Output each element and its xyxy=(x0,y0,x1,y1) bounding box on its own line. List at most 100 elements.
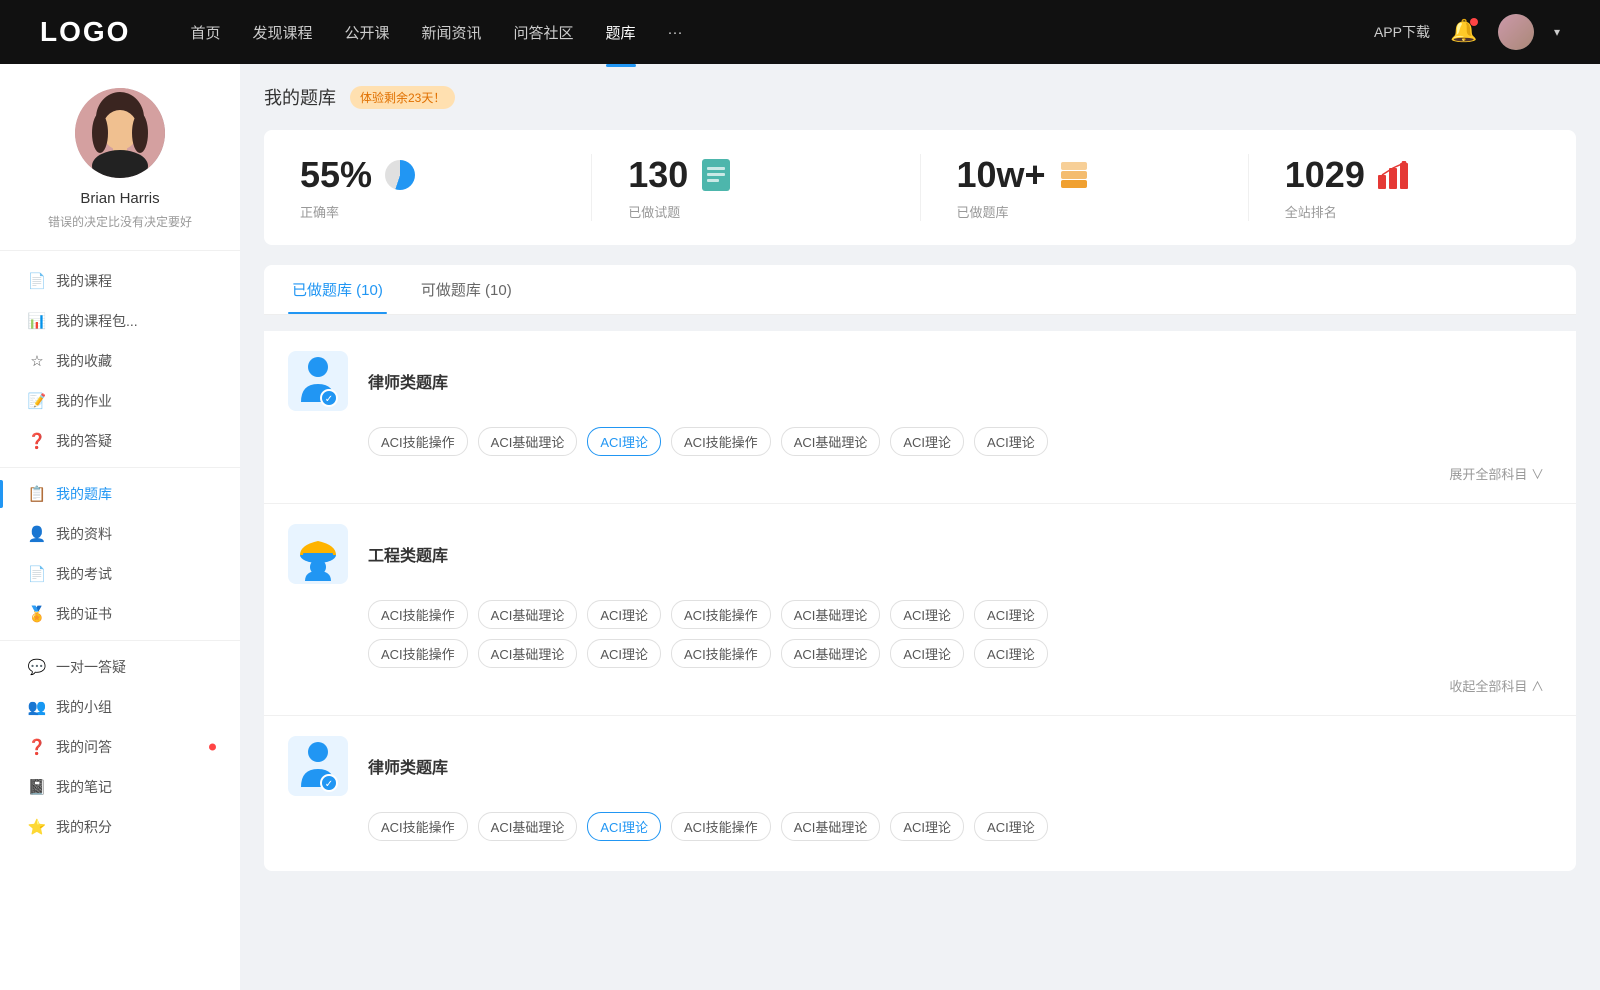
qa-icon: ❓ xyxy=(28,432,46,450)
tag-item[interactable]: ACI理论 xyxy=(890,639,964,668)
tag-item[interactable]: ACI基础理论 xyxy=(478,639,578,668)
qbank-card-lawyer-1: ✓ 律师类题库 ACI技能操作 ACI基础理论 ACI理论 ACI技能操作 AC… xyxy=(264,331,1576,504)
tag-item[interactable]: ACI理论 xyxy=(974,427,1048,456)
stat-top: 1029 xyxy=(1285,154,1409,196)
sidebar-item-notes[interactable]: 📓 我的笔记 xyxy=(0,767,240,807)
sidebar-item-label: 我的资料 xyxy=(56,524,112,544)
qbank-icon-lawyer-2: ✓ xyxy=(288,736,348,796)
sidebar-item-exam[interactable]: 📄 我的考试 xyxy=(0,554,240,594)
stat-top: 55% xyxy=(300,154,416,196)
sidebar-item-label: 一对一答疑 xyxy=(56,657,126,677)
sidebar-divider-1 xyxy=(0,467,240,468)
tag-item[interactable]: ACI理论 xyxy=(890,427,964,456)
sidebar-menu: 📄 我的课程 📊 我的课程包... ☆ 我的收藏 📝 我的作业 ❓ 我的答疑 � xyxy=(0,251,240,857)
qbank-icon-engineer xyxy=(288,524,348,584)
tag-item[interactable]: ACI基础理论 xyxy=(781,639,881,668)
svg-text:✓: ✓ xyxy=(325,394,333,405)
tag-item[interactable]: ACI技能操作 xyxy=(368,600,468,629)
tag-item[interactable]: ACI理论 xyxy=(587,600,661,629)
stat-label-done: 已做试题 xyxy=(628,202,680,221)
tag-item[interactable]: ACI基础理论 xyxy=(781,427,881,456)
collapse-link-engineer[interactable]: 收起全部科目 ∧ xyxy=(288,676,1552,695)
tag-item[interactable]: ACI技能操作 xyxy=(368,427,468,456)
sidebar-item-1on1[interactable]: 💬 一对一答疑 xyxy=(0,647,240,687)
svg-text:✓: ✓ xyxy=(325,779,333,790)
sidebar-item-label: 我的答疑 xyxy=(56,431,112,451)
tag-item[interactable]: ACI技能操作 xyxy=(671,812,771,841)
tag-item[interactable]: ACI基础理论 xyxy=(478,812,578,841)
lawyer-icon-svg-2: ✓ xyxy=(293,739,343,793)
navbar: LOGO 首页 发现课程 公开课 新闻资讯 问答社区 题库 ··· APP下载 … xyxy=(0,0,1600,64)
sidebar-item-profile[interactable]: 👤 我的资料 xyxy=(0,514,240,554)
tag-item[interactable]: ACI基础理论 xyxy=(478,427,578,456)
tab-available-banks[interactable]: 可做题库 (10) xyxy=(417,265,516,314)
nav-qa[interactable]: 问答社区 xyxy=(514,18,574,47)
accuracy-pie-icon xyxy=(384,159,416,191)
nav-open-course[interactable]: 公开课 xyxy=(344,18,389,47)
tag-item[interactable]: ACI理论 xyxy=(974,812,1048,841)
tag-item[interactable]: ACI技能操作 xyxy=(671,639,771,668)
notification-bell[interactable]: 🔔 xyxy=(1450,18,1478,46)
tab-done-banks[interactable]: 已做题库 (10) xyxy=(288,265,387,314)
questions-icon: ❓ xyxy=(28,738,46,756)
tag-item-active[interactable]: ACI理论 xyxy=(587,427,661,456)
stat-top: 10w+ xyxy=(957,154,1090,196)
tag-item[interactable]: ACI理论 xyxy=(890,600,964,629)
qbank-header: ✓ 律师类题库 xyxy=(288,351,1552,411)
tag-item[interactable]: ACI理论 xyxy=(587,639,661,668)
group-icon: 👥 xyxy=(28,698,46,716)
sidebar-item-label: 我的课程 xyxy=(56,271,112,291)
question-dot xyxy=(209,744,216,751)
nav-home[interactable]: 首页 xyxy=(190,18,220,47)
tag-item[interactable]: ACI技能操作 xyxy=(368,639,468,668)
tag-item[interactable]: ACI基础理论 xyxy=(478,600,578,629)
stats-row: 55% 正确率 130 xyxy=(264,130,1576,245)
sidebar: Brian Harris 错误的决定比没有决定要好 📄 我的课程 📊 我的课程包… xyxy=(0,64,240,990)
tag-item[interactable]: ACI基础理论 xyxy=(781,812,881,841)
sidebar-item-points[interactable]: ⭐ 我的积分 xyxy=(0,807,240,847)
user-avatar[interactable] xyxy=(1498,14,1534,50)
tag-item[interactable]: ACI基础理论 xyxy=(781,600,881,629)
sidebar-item-homework[interactable]: 📝 我的作业 xyxy=(0,381,240,421)
sidebar-item-course-pack[interactable]: 📊 我的课程包... xyxy=(0,301,240,341)
stat-label-accuracy: 正确率 xyxy=(300,202,339,221)
certificate-icon: 🏅 xyxy=(28,605,46,623)
course-icon: 📄 xyxy=(28,272,46,290)
sidebar-item-label: 我的证书 xyxy=(56,604,112,624)
tag-item[interactable]: ACI技能操作 xyxy=(671,600,771,629)
nav-more[interactable]: ··· xyxy=(668,20,683,45)
app-download-link[interactable]: APP下载 xyxy=(1374,22,1430,42)
tag-item[interactable]: ACI技能操作 xyxy=(368,812,468,841)
avatar-dropdown-icon[interactable]: ▾ xyxy=(1554,25,1560,39)
sidebar-item-certificate[interactable]: 🏅 我的证书 xyxy=(0,594,240,634)
qbank-tags-row1: ACI技能操作 ACI基础理论 ACI理论 ACI技能操作 ACI基础理论 AC… xyxy=(368,427,1552,456)
sidebar-item-group[interactable]: 👥 我的小组 xyxy=(0,687,240,727)
main-content: 我的题库 体验剩余23天！ 55% 正确率 130 xyxy=(240,64,1600,990)
sidebar-item-questions[interactable]: ❓ 我的问答 xyxy=(0,727,240,767)
nav-qbank[interactable]: 题库 xyxy=(606,18,636,47)
tag-item[interactable]: ACI理论 xyxy=(974,600,1048,629)
tag-item[interactable]: ACI理论 xyxy=(974,639,1048,668)
stat-value-accuracy: 55% xyxy=(300,154,372,196)
nav-discover[interactable]: 发现课程 xyxy=(252,18,312,47)
expand-link-lawyer-1[interactable]: 展开全部科目 ∨ xyxy=(288,464,1552,483)
qbank-section: 已做题库 (10) 可做题库 (10) ✓ xyxy=(264,265,1576,871)
sidebar-item-course[interactable]: 📄 我的课程 xyxy=(0,261,240,301)
sidebar-item-label: 我的笔记 xyxy=(56,777,112,797)
qbank-header: 工程类题库 xyxy=(288,524,1552,584)
sidebar-item-favorites[interactable]: ☆ 我的收藏 xyxy=(0,341,240,381)
sidebar-item-qa[interactable]: ❓ 我的答疑 xyxy=(0,421,240,461)
engineer-icon-svg xyxy=(293,527,343,581)
sidebar-item-qbank[interactable]: 📋 我的题库 xyxy=(0,474,240,514)
tag-item[interactable]: ACI技能操作 xyxy=(671,427,771,456)
stat-accuracy: 55% 正确率 xyxy=(264,154,592,221)
tag-item[interactable]: ACI理论 xyxy=(890,812,964,841)
exam-icon: 📄 xyxy=(28,565,46,583)
qbank-icon-lawyer: ✓ xyxy=(288,351,348,411)
nav-news[interactable]: 新闻资讯 xyxy=(422,18,482,47)
qbank-tags-row2: ACI技能操作 ACI基础理论 ACI理论 ACI技能操作 ACI基础理论 AC… xyxy=(368,639,1552,668)
stat-label-banks: 已做题库 xyxy=(957,202,1009,221)
tag-item-active[interactable]: ACI理论 xyxy=(587,812,661,841)
sidebar-divider-2 xyxy=(0,640,240,641)
page-header: 我的题库 体验剩余23天！ xyxy=(264,84,1576,110)
